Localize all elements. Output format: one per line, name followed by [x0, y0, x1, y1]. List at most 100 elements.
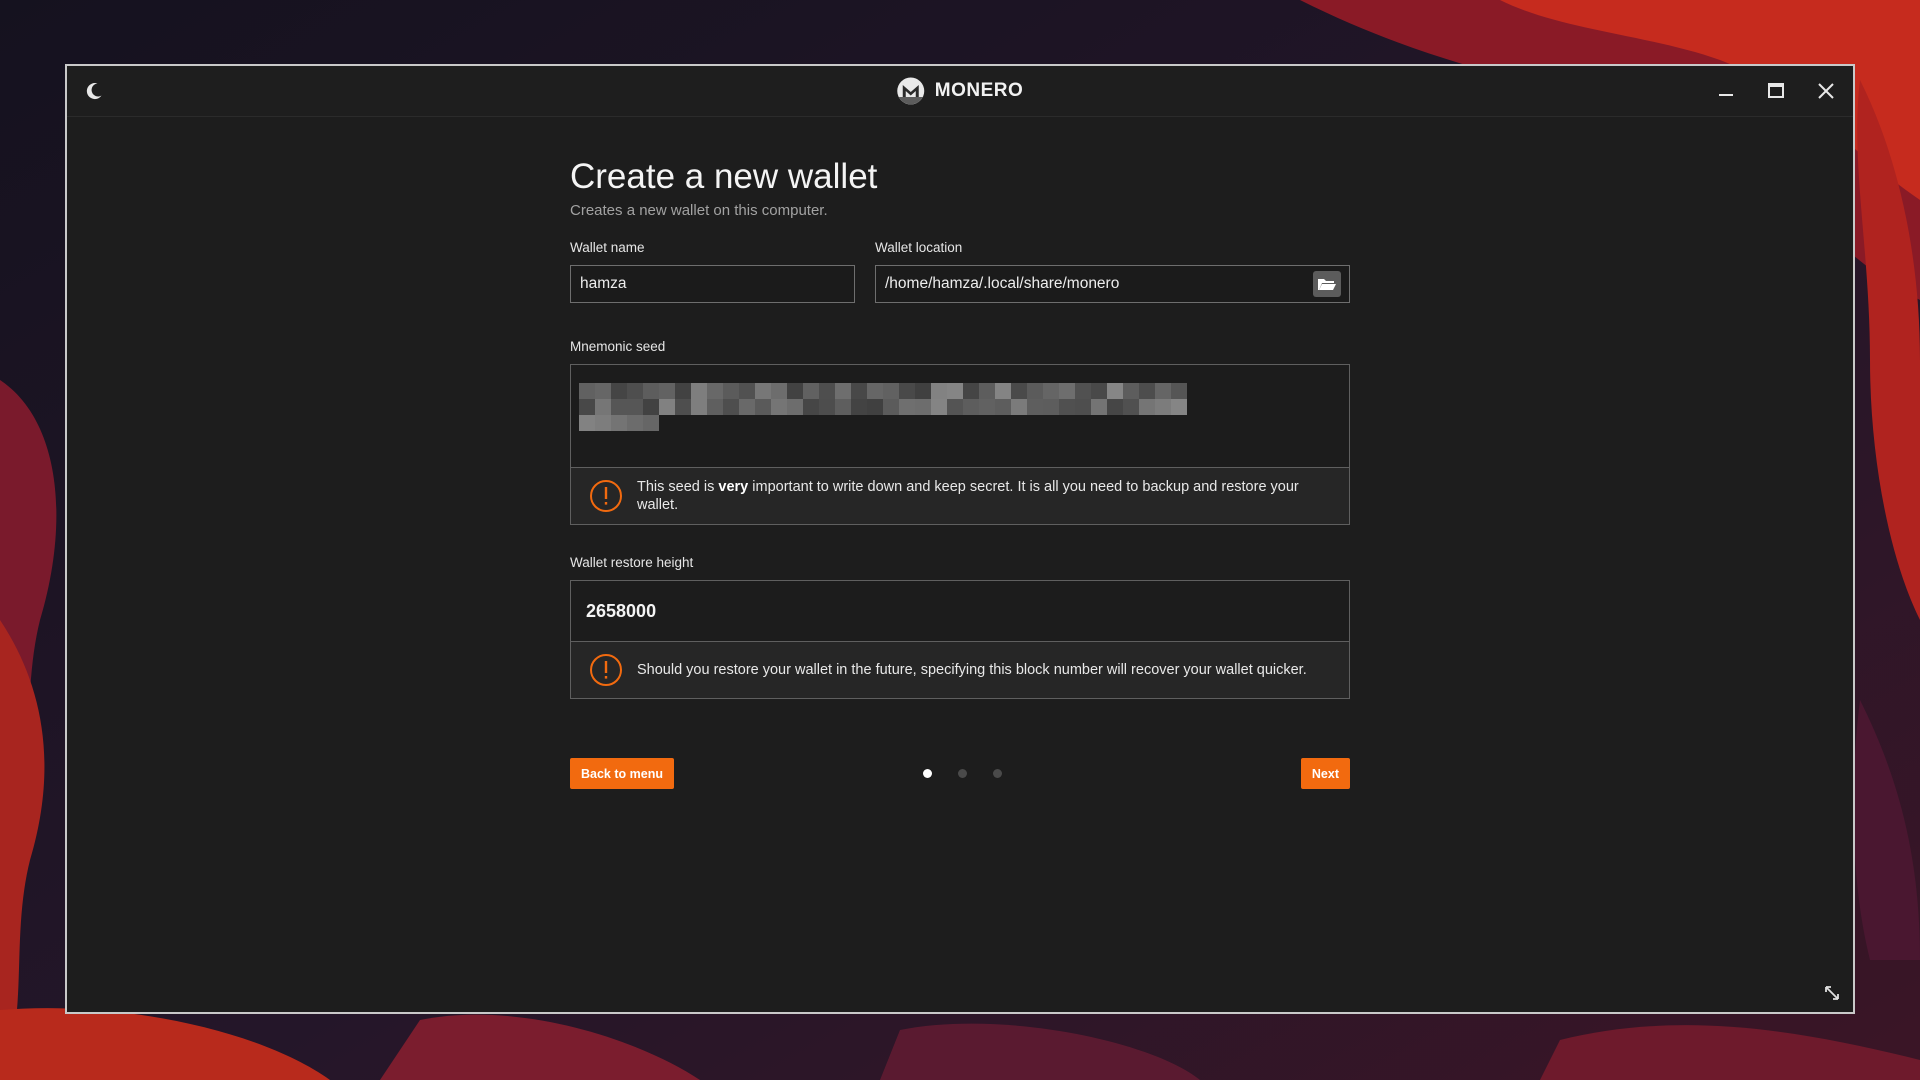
seed-pixel: [979, 399, 995, 415]
step-dot-1: [923, 769, 932, 778]
mnemonic-seed-box: This seed is very important to write dow…: [570, 364, 1350, 525]
title-bar: MONERO: [67, 66, 1853, 117]
restore-height-warning: Should you restore your wallet in the fu…: [571, 642, 1349, 698]
wallet-location-input[interactable]: /home/hamza/.local/share/monero: [875, 265, 1350, 303]
seed-pixel: [1107, 383, 1123, 399]
wallet-name-field: Wallet name hamza: [570, 240, 855, 303]
seed-pixel: [611, 415, 627, 431]
seed-pixel: [579, 415, 595, 431]
seed-pixel: [1155, 399, 1171, 415]
seed-pixel: [835, 383, 851, 399]
seed-pixel: [899, 383, 915, 399]
seed-pixel: [675, 399, 691, 415]
wallet-location-field: Wallet location /home/hamza/.local/share…: [875, 240, 1350, 303]
seed-pixel: [579, 399, 595, 415]
seed-pixel: [931, 399, 947, 415]
page-subtitle: Creates a new wallet on this computer.: [570, 202, 828, 219]
seed-pixel: [947, 399, 963, 415]
restore-height-box: 2658000 Should you restore your wallet i…: [570, 580, 1350, 699]
seed-pixel: [851, 383, 867, 399]
wallet-name-label: Wallet name: [570, 240, 645, 255]
seed-pixel: [643, 399, 659, 415]
minimize-icon[interactable]: [1713, 78, 1739, 104]
seed-pixel: [595, 383, 611, 399]
seed-pixel: [755, 399, 771, 415]
seed-pixel: [1107, 399, 1123, 415]
seed-pixel: [979, 383, 995, 399]
seed-pixel: [707, 399, 723, 415]
wizard-navigation: Back to menu Next: [570, 758, 1350, 790]
seed-warning-text: This seed is very important to write dow…: [637, 479, 1299, 513]
seed-pixel: [643, 383, 659, 399]
seed-pixel: [771, 383, 787, 399]
seed-pixel: [883, 383, 899, 399]
seed-pixel: [1011, 399, 1027, 415]
seed-pixel: [1091, 399, 1107, 415]
seed-pixel: [675, 383, 691, 399]
seed-pixel: [579, 383, 595, 399]
seed-pixel: [771, 399, 787, 415]
seed-pixel: [1075, 383, 1091, 399]
seed-pixel: [1043, 399, 1059, 415]
seed-pixel: [819, 383, 835, 399]
seed-pixel: [867, 399, 883, 415]
seed-pixel: [1139, 399, 1155, 415]
seed-pixel: [1155, 383, 1171, 399]
seed-pixel: [1123, 399, 1139, 415]
restore-height-value[interactable]: 2658000: [571, 581, 1349, 642]
wallet-location-value: /home/hamza/.local/share/monero: [885, 275, 1120, 292]
monero-wallet-window: MONERO Create a new wallet Creates a new…: [65, 64, 1855, 1014]
seed-pixel: [755, 383, 771, 399]
seed-pixel: [851, 399, 867, 415]
seed-pixel: [1075, 399, 1091, 415]
app-brand: MONERO: [897, 77, 1024, 105]
seed-pixel: [787, 383, 803, 399]
warning-icon: [590, 654, 622, 686]
seed-pixel: [1027, 383, 1043, 399]
resize-grip-icon[interactable]: [1823, 984, 1841, 1002]
seed-pixel: [867, 383, 883, 399]
seed-pixel: [739, 399, 755, 415]
seed-pixel: [1059, 399, 1075, 415]
seed-pixel: [819, 399, 835, 415]
close-icon[interactable]: [1813, 78, 1839, 104]
seed-pixel: [611, 383, 627, 399]
step-dot-2: [958, 769, 967, 778]
folder-open-icon[interactable]: [1313, 271, 1341, 297]
seed-pixel: [947, 383, 963, 399]
seed-pixel: [995, 383, 1011, 399]
seed-pixel: [1171, 383, 1187, 399]
maximize-icon[interactable]: [1763, 78, 1789, 104]
seed-pixel: [931, 383, 947, 399]
seed-pixel: [963, 399, 979, 415]
wallet-fields-row: Wallet name hamza Wallet location /home/…: [570, 240, 1350, 312]
wallet-name-input[interactable]: hamza: [570, 265, 855, 303]
seed-pixel: [1139, 383, 1155, 399]
back-to-menu-button[interactable]: Back to menu: [570, 758, 674, 789]
restore-height-warning-text: Should you restore your wallet in the fu…: [637, 662, 1307, 678]
wallet-name-value: hamza: [580, 275, 627, 292]
moon-icon[interactable]: [83, 80, 105, 102]
seed-pixel: [1123, 383, 1139, 399]
app-title: MONERO: [934, 80, 1024, 101]
mnemonic-seed-text[interactable]: [571, 365, 1349, 468]
seed-pixel: [1171, 399, 1187, 415]
seed-pixel: [723, 399, 739, 415]
seed-pixel: [883, 399, 899, 415]
seed-pixel: [643, 415, 659, 431]
next-button[interactable]: Next: [1300, 758, 1350, 789]
seed-pixel: [1043, 383, 1059, 399]
seed-pixel: [611, 399, 627, 415]
seed-pixel: [691, 399, 707, 415]
seed-pixel: [1091, 383, 1107, 399]
seed-pixel: [627, 399, 643, 415]
seed-pixel: [659, 383, 675, 399]
monero-logo-icon: [897, 77, 925, 105]
step-indicator: [923, 769, 1002, 778]
seed-pixel: [1059, 383, 1075, 399]
seed-pixel: [1011, 383, 1027, 399]
seed-pixel: [963, 383, 979, 399]
seed-pixel: [803, 399, 819, 415]
seed-pixel: [659, 399, 675, 415]
seed-warning: This seed is very important to write dow…: [571, 468, 1349, 524]
